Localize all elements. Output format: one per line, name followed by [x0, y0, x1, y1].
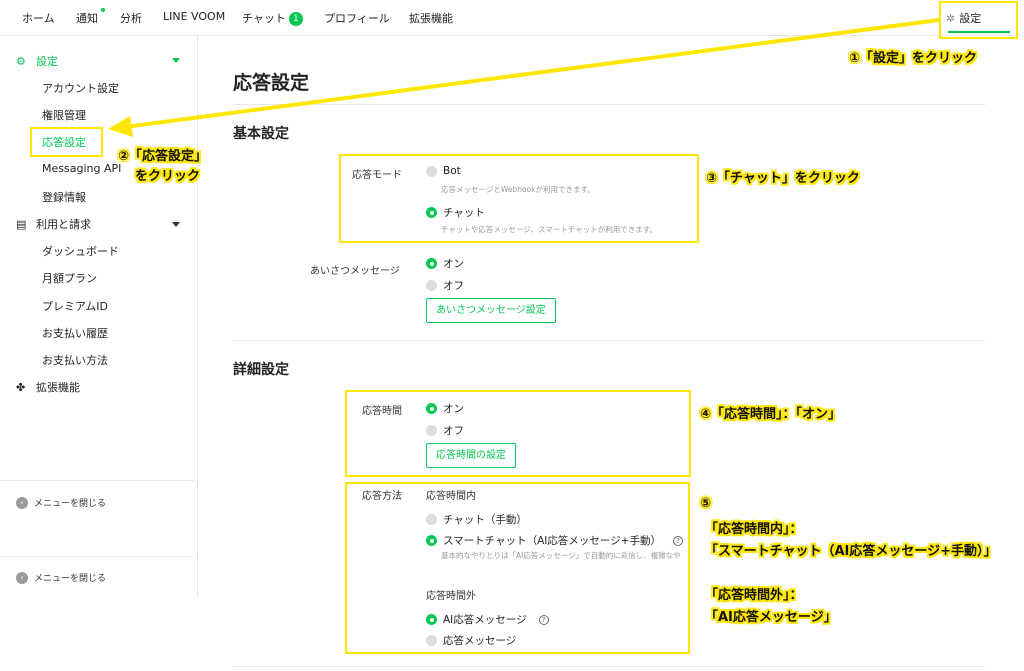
- basic-settings-title: 基本設定: [233, 126, 289, 142]
- chevron-left-icon: ‹: [16, 571, 28, 584]
- sidebar: ⚙ 設定 アカウント設定 権限管理 応答設定 Messaging API 登録情報…: [0, 36, 198, 596]
- nav-analytics[interactable]: 分析: [120, 10, 142, 26]
- greeting-settings-button[interactable]: あいさつメッセージ設定: [426, 298, 556, 323]
- greeting-on-label: オン: [443, 258, 464, 270]
- close-menu-label: メニューを閉じる: [34, 499, 107, 509]
- sidebar-item-premium-id[interactable]: プレミアムID: [42, 298, 108, 314]
- sidebar-divider: [0, 480, 194, 481]
- sidebar-section-billing-label: 利用と請求: [36, 218, 91, 231]
- highlight-response-method: [345, 482, 690, 654]
- sidebar-item-payment-history[interactable]: お支払い履歴: [42, 325, 108, 341]
- notification-dot: [101, 8, 105, 12]
- greeting-off-option[interactable]: オフ: [426, 278, 464, 293]
- highlight-response-settings: [30, 127, 103, 157]
- chevron-left-icon: ‹: [16, 496, 28, 509]
- radio-greeting-on[interactable]: [426, 258, 437, 269]
- highlight-settings-tab: [939, 1, 1018, 39]
- app-root: ホーム 通知 分析 LINE VOOM チャット 1 プロフィール 拡張機能 ✲ 設…: [0, 0, 1024, 671]
- sidebar-item-registration-info[interactable]: 登録情報: [42, 189, 86, 205]
- sidebar-item-payment-method[interactable]: お支払い方法: [42, 352, 108, 368]
- highlight-response-mode: [339, 154, 699, 243]
- nav-profile[interactable]: プロフィール: [324, 10, 390, 26]
- nav-extensions[interactable]: 拡張機能: [409, 10, 453, 26]
- chat-badge: 1: [288, 12, 303, 26]
- nav-chat[interactable]: チャット 1: [242, 10, 303, 26]
- sidebar-item-permissions[interactable]: 権限管理: [42, 107, 86, 123]
- chevron-down-icon[interactable]: [172, 222, 180, 227]
- annotation-step4: ④「応答時間」：「オン」: [700, 407, 842, 422]
- sidebar-section-extensions[interactable]: ✤ 拡張機能: [16, 379, 80, 395]
- divider: [233, 340, 985, 341]
- close-menu-label: メニューを閉じる: [34, 574, 107, 584]
- close-menu-button[interactable]: ‹ メニューを閉じる: [16, 496, 106, 509]
- detail-settings-title: 詳細設定: [233, 362, 289, 378]
- chevron-down-icon[interactable]: [172, 58, 180, 63]
- annotation-step1: ①「設定」をクリック: [849, 51, 978, 66]
- annotation-step5a: 「応答時間内」：: [705, 522, 803, 537]
- nav-notifications[interactable]: 通知: [76, 10, 98, 26]
- top-nav: ホーム 通知 分析 LINE VOOM チャット 1 プロフィール 拡張機能 ✲ 設…: [0, 0, 1024, 36]
- nav-home[interactable]: ホーム: [22, 10, 55, 26]
- highlight-response-time: [345, 390, 691, 477]
- divider: [233, 666, 985, 667]
- nav-chat-label: チャット: [242, 12, 286, 25]
- annotation-step5-number: ⑤: [700, 496, 712, 511]
- sidebar-item-dashboard[interactable]: ダッシュボード: [42, 243, 119, 259]
- close-menu-button[interactable]: ‹ メニューを閉じる: [16, 571, 106, 584]
- annotation-step5c: 「応答時間外」：: [705, 588, 803, 603]
- sidebar-item-account-settings[interactable]: アカウント設定: [42, 80, 119, 96]
- nav-line-voom[interactable]: LINE VOOM: [163, 10, 225, 23]
- sidebar-divider: [0, 556, 194, 557]
- puzzle-icon: ✤: [16, 381, 26, 394]
- greeting-label: あいさつメッセージ: [310, 266, 400, 277]
- sidebar-item-messaging-api[interactable]: Messaging API: [42, 162, 121, 175]
- annotation-step2b: をクリック: [135, 169, 201, 184]
- divider: [233, 104, 985, 105]
- gear-icon: ⚙: [16, 55, 26, 68]
- sidebar-section-extensions-label: 拡張機能: [36, 381, 80, 394]
- sidebar-section-settings-label: 設定: [36, 55, 58, 68]
- sidebar-section-billing[interactable]: ▤ 利用と請求: [16, 216, 91, 232]
- sidebar-item-monthly-plan[interactable]: 月額プラン: [42, 270, 97, 286]
- annotation-step2a: ②「応答設定」: [118, 149, 208, 164]
- greeting-off-label: オフ: [443, 280, 464, 292]
- annotation-step5d: 「AI応答メッセージ」: [705, 610, 837, 625]
- greeting-on-option[interactable]: オン: [426, 256, 464, 271]
- annotation-step3: ③「チャット」をクリック: [706, 171, 860, 186]
- sidebar-section-settings[interactable]: ⚙ 設定: [16, 53, 58, 69]
- document-icon: ▤: [16, 218, 27, 231]
- annotation-step5b: 「スマートチャット（AI応答メッセージ+手動）」: [705, 544, 997, 559]
- radio-greeting-off[interactable]: [426, 280, 437, 291]
- page-title: 応答設定: [233, 72, 310, 94]
